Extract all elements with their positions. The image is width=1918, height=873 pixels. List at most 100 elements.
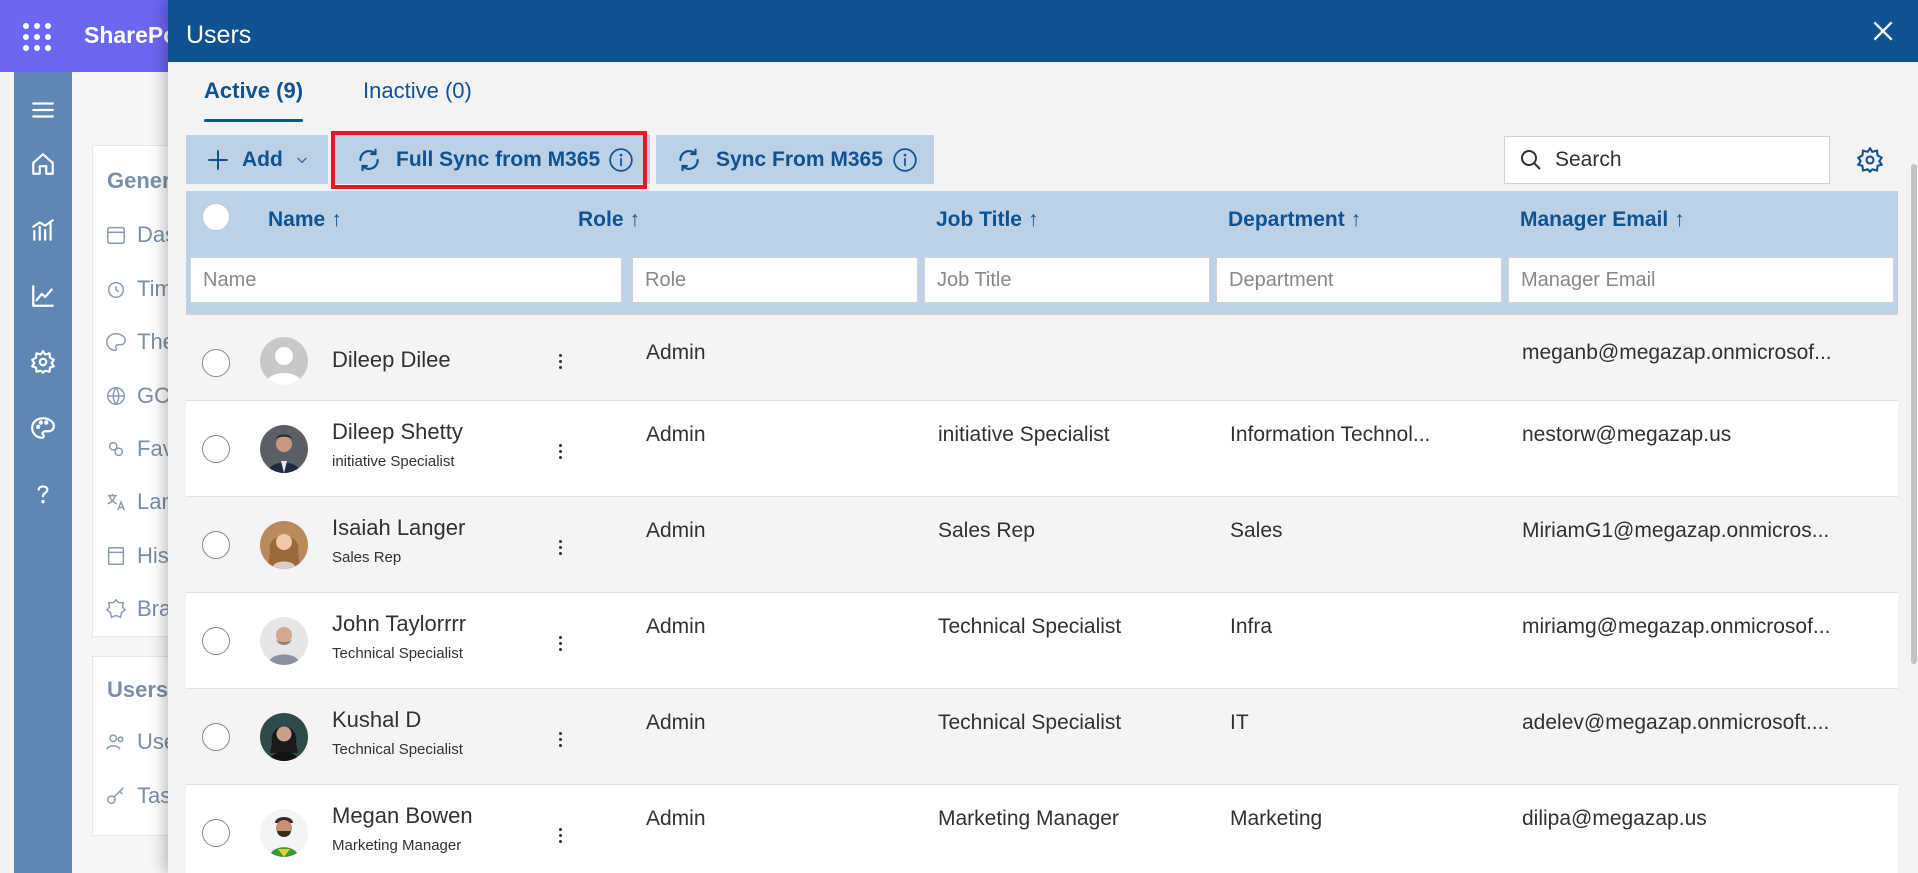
user-name[interactable]: Dileep Dilee <box>332 347 451 373</box>
palette-icon[interactable] <box>27 412 59 444</box>
tab-inactive[interactable]: Inactive (0) <box>363 74 472 122</box>
settings-icon[interactable] <box>27 346 59 378</box>
row-checkbox[interactable] <box>202 531 230 559</box>
gear-icon[interactable] <box>1856 146 1884 174</box>
job-title-cell: Marketing Manager <box>938 807 1119 830</box>
more-options-icon[interactable] <box>550 347 570 375</box>
table-row[interactable]: Dileep Dilee Admin meganb@megazap.onmicr… <box>186 313 1898 401</box>
avatar <box>260 713 308 761</box>
job-title-filter-input[interactable] <box>924 257 1210 303</box>
people-icon <box>106 734 124 750</box>
chart-line-icon[interactable] <box>27 280 59 312</box>
info-icon[interactable] <box>608 147 634 173</box>
favorites-icon <box>108 441 124 457</box>
manager-email-cell: nestorw@megazap.us <box>1522 423 1732 446</box>
user-rows: Dileep Dilee Admin meganb@megazap.onmicr… <box>186 313 1898 873</box>
job-title-cell: Sales Rep <box>938 519 1035 542</box>
grid-header: Name ↑ Role ↑ Job Title ↑ Department ↑ Manag… <box>186 191 1898 313</box>
more-options-icon[interactable] <box>550 533 570 561</box>
role-filter-input[interactable] <box>632 257 918 303</box>
manager-email-filter-input[interactable] <box>1508 257 1894 303</box>
add-button[interactable]: Add <box>186 135 328 184</box>
avatar <box>260 617 308 665</box>
row-checkbox[interactable] <box>202 435 230 463</box>
user-name[interactable]: John Taylorrrr <box>332 611 466 637</box>
vertical-scrollbar[interactable] <box>1910 62 1918 873</box>
rail-gap <box>0 72 14 873</box>
full-sync-label: Full Sync from M365 <box>396 147 601 171</box>
chevron-down-icon <box>297 157 307 163</box>
department-cell: Information Technol... <box>1230 423 1431 446</box>
role-cell: Admin <box>646 615 706 638</box>
column-header-job-title[interactable]: Job Title ↑ <box>936 208 1038 232</box>
hamburger-icon[interactable] <box>27 94 59 126</box>
avatar <box>260 809 308 857</box>
add-button-label: Add <box>242 147 283 171</box>
table-row[interactable]: John Taylorrrr Technical Specialist Admi… <box>186 593 1898 689</box>
user-subtitle: Sales Rep <box>332 549 402 566</box>
more-options-icon[interactable] <box>550 629 570 657</box>
select-all-checkbox[interactable] <box>202 203 230 231</box>
column-header-name[interactable]: Name ↑ <box>268 208 342 232</box>
user-subtitle: Marketing Manager <box>332 837 462 854</box>
close-icon[interactable] <box>1870 18 1896 44</box>
search-box[interactable] <box>1504 136 1830 184</box>
home-icon[interactable] <box>27 148 59 180</box>
job-title-cell: Technical Specialist <box>938 615 1122 638</box>
row-checkbox[interactable] <box>202 723 230 751</box>
department-cell: Sales <box>1230 519 1283 542</box>
calendar-icon <box>107 226 125 244</box>
department-filter-input[interactable] <box>1216 257 1502 303</box>
more-options-icon[interactable] <box>550 437 570 465</box>
column-header-manager-email[interactable]: Manager Email ↑ <box>1520 208 1685 232</box>
search-input[interactable] <box>1555 148 1805 172</box>
sort-arrow-icon: ↑ <box>331 208 342 231</box>
avatar <box>260 521 308 569</box>
more-options-icon[interactable] <box>550 821 570 849</box>
row-checkbox[interactable] <box>202 349 230 377</box>
search-icon <box>1521 150 1541 170</box>
avatar <box>260 425 308 473</box>
users-panel: Users Active (9) Inactive (0) Add Full S… <box>168 0 1918 873</box>
user-name[interactable]: Kushal D <box>332 707 421 733</box>
full-sync-button[interactable]: Full Sync from M365 <box>334 135 650 184</box>
table-row[interactable]: Isaiah Langer Sales Rep Admin Sales Rep … <box>186 497 1898 593</box>
manager-email-cell: dilipa@megazap.us <box>1522 807 1707 830</box>
scrollbar-thumb[interactable] <box>1911 164 1917 664</box>
panel-title: Users <box>186 21 252 49</box>
sort-arrow-icon: ↑ <box>1674 208 1685 231</box>
avatar <box>260 337 308 385</box>
department-cell: Infra <box>1230 615 1273 638</box>
department-cell: Marketing <box>1230 807 1323 830</box>
more-options-icon[interactable] <box>550 725 570 753</box>
column-header-role[interactable]: Role ↑ <box>578 208 640 232</box>
help-icon[interactable] <box>27 478 59 510</box>
globe-icon <box>107 387 125 406</box>
row-checkbox[interactable] <box>202 819 230 847</box>
role-cell: Admin <box>646 423 706 446</box>
sync-button[interactable]: Sync From M365 <box>656 135 934 184</box>
panel-header: Users <box>168 0 1918 62</box>
timer-icon <box>107 281 125 298</box>
user-name[interactable]: Dileep Shetty <box>332 419 463 445</box>
sort-arrow-icon: ↑ <box>629 208 641 231</box>
table-row[interactable]: Megan Bowen Marketing Manager Admin Mark… <box>186 785 1898 873</box>
history-icon <box>107 547 125 565</box>
tab-active[interactable]: Active (9) <box>204 74 304 122</box>
info-icon[interactable] <box>892 147 918 173</box>
sort-arrow-icon: ↑ <box>1350 208 1362 231</box>
manager-email-cell: adelev@megazap.onmicrosoft.... <box>1522 711 1830 734</box>
user-subtitle: Technical Specialist <box>332 741 463 758</box>
role-cell: Admin <box>646 341 706 364</box>
table-row[interactable]: Kushal D Technical Specialist Admin Tech… <box>186 689 1898 785</box>
app-launcher-icon[interactable] <box>20 20 52 52</box>
translate-icon <box>107 493 125 511</box>
name-filter-input[interactable] <box>190 257 622 303</box>
user-name[interactable]: Isaiah Langer <box>332 515 465 541</box>
analytics-icon[interactable] <box>27 214 59 246</box>
column-header-department[interactable]: Department ↑ <box>1228 208 1361 232</box>
user-name[interactable]: Megan Bowen <box>332 803 473 829</box>
sort-arrow-icon: ↑ <box>1027 208 1039 231</box>
table-row[interactable]: Dileep Shetty initiative Specialist Admi… <box>186 401 1898 497</box>
row-checkbox[interactable] <box>202 627 230 655</box>
